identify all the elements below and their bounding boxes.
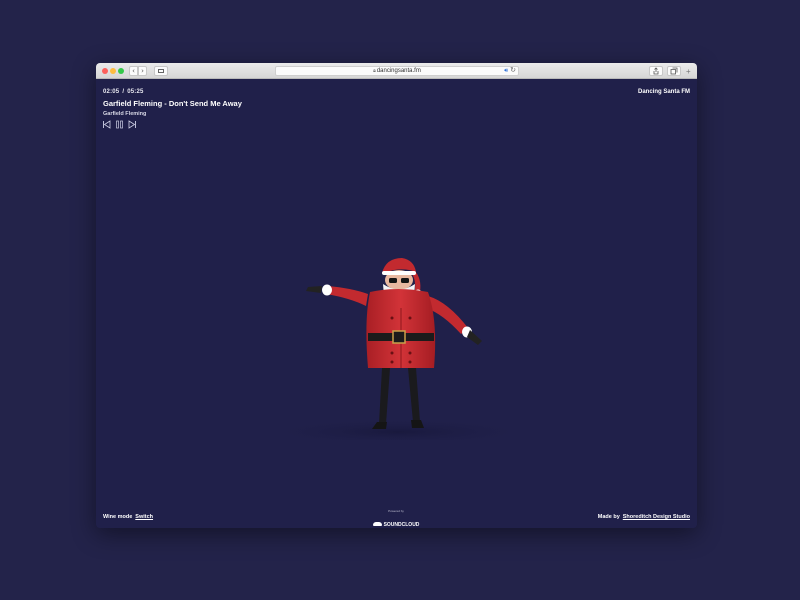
url-text: dancingsanta.fm bbox=[376, 68, 421, 74]
next-track-button[interactable] bbox=[128, 120, 137, 129]
santa-illustration bbox=[258, 258, 538, 440]
playback-time: 02:05/05:25 bbox=[103, 89, 144, 95]
powered-by-label: Powered by bbox=[388, 509, 404, 513]
url-display: 🔒︎dancingsanta.fm bbox=[276, 68, 518, 75]
maximize-window-button[interactable] bbox=[118, 68, 124, 74]
wine-mode-control: Wine mode Switch bbox=[103, 514, 153, 520]
track-duration: 05:25 bbox=[127, 89, 144, 95]
page-content: 02:05/05:25 Garfield Fleming - Don't Sen… bbox=[96, 80, 697, 528]
track-title: Garfield Fleming - Don't Send Me Away bbox=[103, 99, 242, 108]
new-tab-button[interactable]: + bbox=[686, 68, 691, 76]
pause-icon bbox=[116, 120, 123, 129]
back-button[interactable]: ‹ bbox=[129, 66, 138, 76]
close-window-button[interactable] bbox=[102, 68, 108, 74]
track-artist: Garfield Fleming bbox=[103, 111, 147, 117]
lock-icon: 🔒︎ bbox=[373, 68, 376, 74]
sidebar-icon bbox=[158, 69, 164, 73]
share-button[interactable] bbox=[649, 66, 663, 76]
time-separator: / bbox=[122, 89, 125, 95]
reload-icon[interactable]: ↻ bbox=[510, 67, 516, 75]
next-icon bbox=[128, 120, 136, 129]
soundcloud-wordmark: SOUNDCLOUD bbox=[383, 522, 420, 528]
address-bar[interactable]: 🔒︎dancingsanta.fm 🔊︎ ↻ bbox=[275, 66, 519, 76]
wine-mode-label: Wine mode bbox=[103, 514, 133, 520]
sidebar-toggle-button[interactable] bbox=[154, 66, 168, 76]
powered-by-soundcloud[interactable]: Powered by SOUNDCLOUD bbox=[356, 509, 436, 528]
forward-button[interactable]: › bbox=[138, 66, 147, 76]
soundcloud-icon bbox=[372, 522, 382, 526]
studio-link[interactable]: Shoreditch Design Studio bbox=[623, 514, 690, 520]
speaker-icon[interactable]: 🔊︎ bbox=[504, 68, 508, 75]
share-icon bbox=[653, 67, 659, 75]
site-name: Dancing Santa FM bbox=[637, 89, 690, 95]
credits: Made by Shoreditch Design Studio bbox=[598, 514, 690, 520]
browser-toolbar: ‹ › 🔒︎dancingsanta.fm 🔊︎ ↻ + bbox=[96, 63, 697, 79]
previous-icon bbox=[103, 120, 111, 129]
tabs-icon bbox=[670, 67, 678, 75]
tabs-overview-button[interactable] bbox=[667, 66, 681, 76]
minimize-window-button[interactable] bbox=[110, 68, 116, 74]
dancing-santa-scene[interactable] bbox=[246, 200, 546, 440]
wine-mode-switch-link[interactable]: Switch bbox=[135, 514, 153, 520]
pause-button[interactable] bbox=[115, 120, 124, 129]
elapsed-time: 02:05 bbox=[103, 89, 120, 95]
browser-window: ‹ › 🔒︎dancingsanta.fm 🔊︎ ↻ + 02:05/05:25 bbox=[96, 63, 697, 528]
made-by-label: Made by bbox=[597, 514, 620, 520]
soundcloud-logo: SOUNDCLOUD bbox=[372, 522, 420, 528]
previous-track-button[interactable] bbox=[102, 120, 111, 129]
